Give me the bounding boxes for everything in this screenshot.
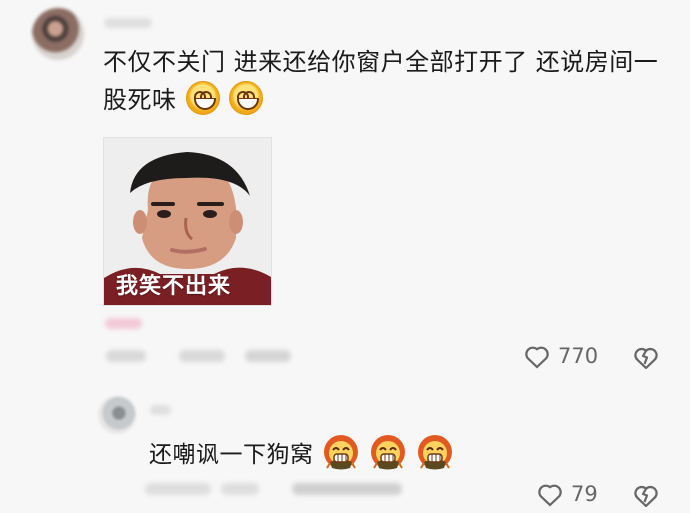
reply-name-blurred [150, 405, 171, 415]
comment-location-blurred [179, 350, 225, 362]
comment-time-blurred [106, 350, 146, 362]
reply-body: 还嘲讽一下狗窝 [149, 442, 314, 468]
broken-heart-icon[interactable] [633, 345, 659, 370]
comment-text: 不仅不关门 进来还给你窗户全部打开了 还说房间一股死味 [103, 43, 663, 119]
heart-icon[interactable] [523, 343, 551, 369]
broken-heart-icon[interactable] [633, 483, 659, 508]
reply-avatar[interactable] [98, 396, 136, 434]
author-tag-blurred [105, 318, 142, 329]
reply-like-count: 79 [571, 482, 598, 506]
reply-location-blurred [221, 483, 259, 495]
meme-sticker[interactable]: 我笑不出来 [103, 137, 272, 306]
grinning-face-emoji-icon [228, 81, 263, 115]
sticker-caption: 我笑不出来 [116, 274, 232, 299]
grinning-face-emoji-icon [185, 81, 220, 115]
reply-like-control[interactable]: 79 [536, 481, 598, 507]
grinning-cool-emoji-icon [416, 433, 454, 471]
reply-text: 还嘲讽一下狗窝 [149, 433, 469, 475]
commenter-avatar[interactable] [32, 8, 84, 60]
comment-like-control[interactable]: 770 [523, 343, 598, 369]
reply-button-blurred[interactable] [245, 350, 291, 362]
grinning-cool-emoji-icon [369, 433, 407, 471]
reply-time-blurred [145, 483, 211, 495]
comment-like-count: 770 [558, 344, 599, 368]
heart-icon[interactable] [536, 481, 564, 507]
grinning-cool-emoji-icon [322, 433, 360, 471]
reply-action-blurred[interactable] [292, 483, 402, 495]
commenter-name-blurred [104, 18, 152, 28]
